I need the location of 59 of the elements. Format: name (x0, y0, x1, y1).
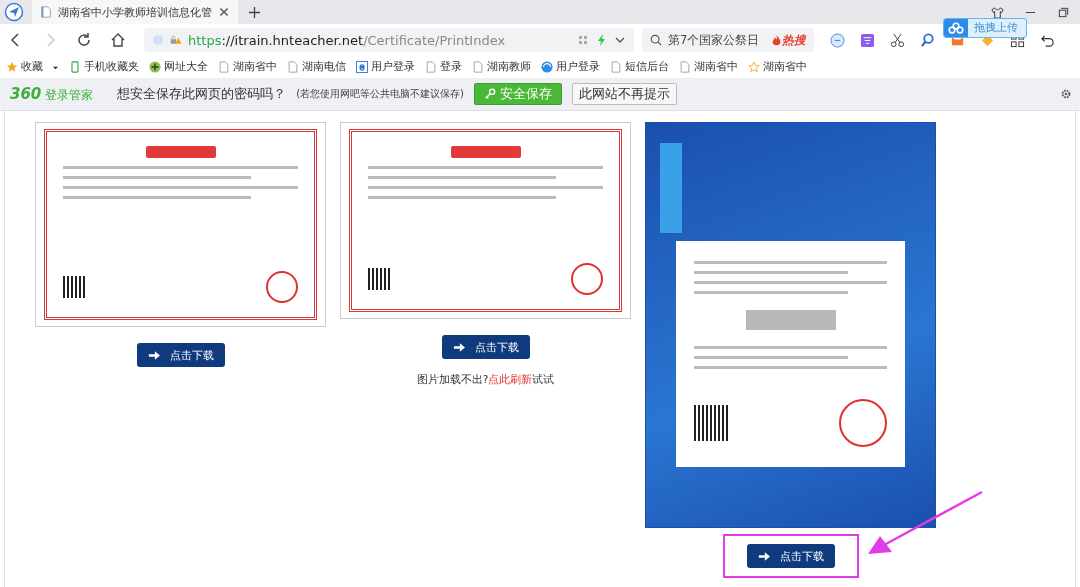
home-icon[interactable] (110, 32, 126, 48)
hot-search-label[interactable]: 热搜 (772, 32, 806, 48)
star-icon (6, 61, 18, 73)
bookmark-item[interactable]: 手机收藏夹 (69, 60, 139, 74)
close-icon[interactable] (218, 6, 230, 18)
bookmark-item[interactable]: 湖南省中 (679, 60, 738, 74)
download-button[interactable]: 点击下载 (136, 343, 225, 367)
page-icon (610, 61, 622, 73)
page-icon (425, 61, 437, 73)
chat-bubble-icon[interactable] (830, 32, 845, 48)
never-ask-button[interactable]: 此网站不再提示 (571, 83, 677, 105)
new-tab-icon[interactable] (248, 5, 261, 19)
reload-hint-text: 图片加载不出?点此刷新试试 (416, 373, 555, 387)
letter-e-icon (356, 61, 368, 73)
phone-icon (69, 61, 81, 73)
page-icon (40, 6, 52, 18)
bookmark-item[interactable]: 网址大全 (149, 60, 208, 74)
magnifier-icon[interactable] (920, 32, 935, 48)
password-note: (若您使用网吧等公共电脑不建议保存) (296, 87, 464, 101)
page-icon (287, 61, 299, 73)
arrow-right-icon (757, 551, 770, 561)
bookmark-item[interactable]: 湖南省中 (218, 60, 277, 74)
bookmark-item[interactable]: 收藏 (6, 60, 59, 74)
brand-logo: 360 登录管家 (10, 84, 94, 104)
flame-icon (772, 34, 781, 46)
star-outline-icon (748, 61, 760, 73)
browser-logo-icon[interactable] (4, 2, 24, 22)
address-bar[interactable]: https://itrain.hnteacher.net/Certificate/PrintIndex (144, 28, 634, 52)
search-field[interactable]: 第7个国家公祭日 热搜 (642, 28, 814, 52)
bookmark-item[interactable]: 湖南省中 (748, 60, 807, 74)
arrow-right-icon (147, 350, 160, 360)
reload-icon[interactable] (76, 32, 92, 48)
tab-title: 湖南省中小学教师培训信息化管 (58, 4, 212, 20)
refresh-link[interactable]: 点此刷新 (488, 373, 533, 385)
plus-circle-icon (149, 61, 161, 73)
bookmark-item[interactable]: 用户登录 (541, 60, 600, 74)
globe-icon (541, 61, 553, 73)
translate-icon[interactable] (860, 32, 875, 48)
download-button[interactable]: 点击下载 (441, 335, 530, 359)
bookmark-item[interactable]: 短信后台 (610, 60, 669, 74)
page-icon (218, 61, 230, 73)
scissors-icon[interactable] (890, 32, 905, 48)
page-icon (679, 61, 691, 73)
browser-tab[interactable]: 湖南省中小学教师培训信息化管 (32, 0, 238, 24)
warning-lock-icon (170, 34, 182, 46)
bookmark-item[interactable]: 登录 (425, 60, 462, 74)
shirt-icon[interactable] (991, 5, 1004, 19)
arrow-right-icon (452, 342, 465, 352)
key-icon (483, 88, 496, 100)
url-text: https://itrain.hnteacher.net/Certificate/PrintIndex (188, 32, 506, 48)
password-question: 想安全保存此网页的密码吗？ (117, 85, 287, 103)
page-icon (472, 61, 484, 73)
settings-icon[interactable] (1060, 88, 1072, 100)
restore-icon[interactable] (1057, 5, 1070, 19)
bookmark-item[interactable]: 湖南电信 (287, 60, 346, 74)
search-icon (650, 34, 662, 46)
bookmark-item[interactable]: 湖南教师 (472, 60, 531, 74)
bookmark-item[interactable]: 用户登录 (356, 60, 415, 74)
download-button[interactable]: 点击下载 (746, 544, 835, 568)
